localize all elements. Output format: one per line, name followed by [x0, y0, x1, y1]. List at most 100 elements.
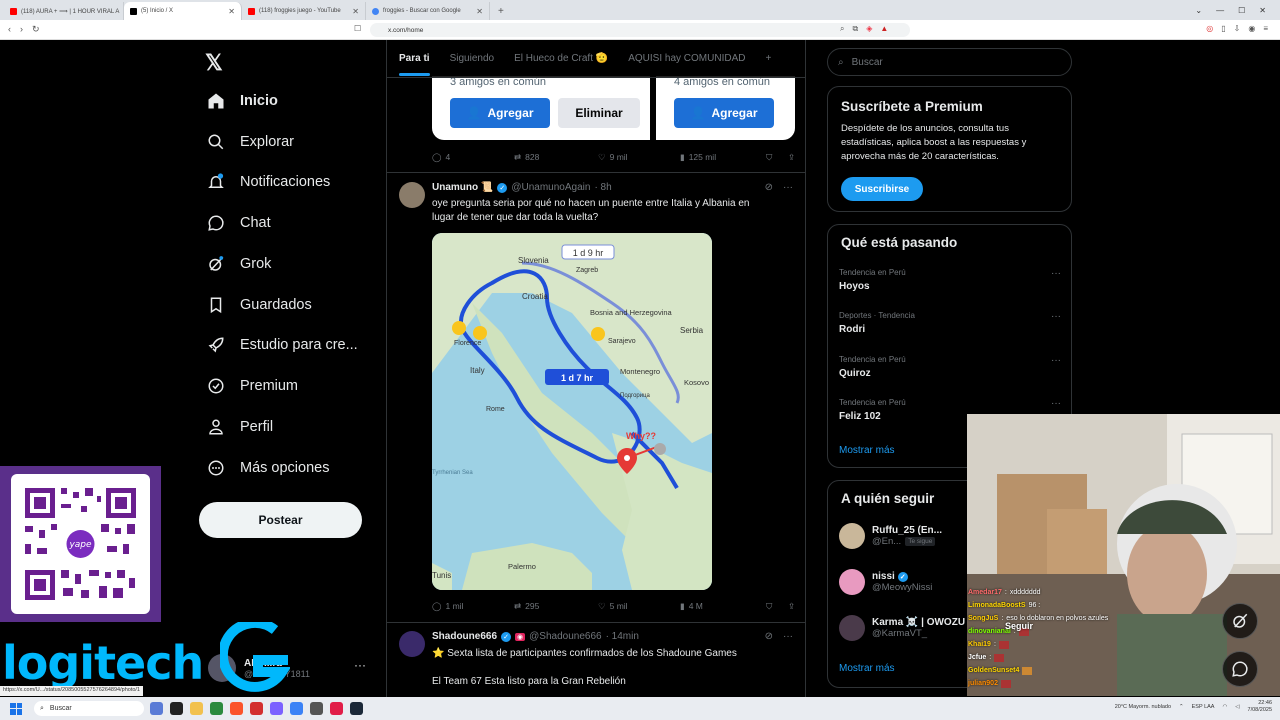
bookmark-button[interactable]: ⛉	[766, 601, 788, 612]
app-icon[interactable]	[270, 702, 283, 715]
clock[interactable]: 22:46 7/08/2025	[1248, 700, 1272, 714]
maximize-icon[interactable]: ☐	[1238, 6, 1245, 15]
avatar[interactable]	[399, 631, 425, 657]
profile-icon[interactable]: ◉	[1248, 24, 1255, 33]
nav-item-profile[interactable]: Perfil	[206, 414, 273, 440]
menu-icon[interactable]: ≡	[1263, 24, 1268, 33]
app-icon[interactable]	[250, 702, 263, 715]
language-indicator[interactable]: ESP LAA	[1192, 704, 1215, 710]
nav-item-premium[interactable]: Premium	[206, 373, 298, 399]
tab-for-you[interactable]: Para ti	[399, 53, 430, 76]
back-icon[interactable]: ‹	[8, 24, 11, 35]
search-input[interactable]: ⌕ Buscar	[827, 48, 1072, 76]
like-button[interactable]: ♡ 5 mil	[598, 601, 680, 612]
nav-item-chat[interactable]: Chat	[206, 210, 271, 236]
tab-community[interactable]: AQUISI hay COMUNIDAD	[628, 53, 745, 64]
browser-tab[interactable]: (118) froggies juego - YouTube ✕	[242, 2, 366, 20]
nav-item-notifications[interactable]: Notificaciones	[206, 169, 330, 195]
more-icon[interactable]: ···	[1051, 398, 1061, 409]
share-button[interactable]: ⇪	[788, 601, 795, 612]
nav-item-home[interactable]: Inicio	[206, 88, 278, 114]
chevron-down-icon[interactable]: ⌄	[1195, 6, 1202, 15]
share-button[interactable]: ⇪	[788, 152, 795, 163]
more-icon[interactable]: ···	[783, 631, 793, 642]
nav-item-grok[interactable]: Grok	[206, 251, 271, 277]
author-handle[interactable]: @UnamunoAgain	[511, 182, 590, 193]
reply-button[interactable]: ◯ 1 mil	[432, 601, 514, 612]
nav-item-explore[interactable]: Explorar	[206, 129, 294, 155]
browser-tab[interactable]: (118) AURA + ⟹ | 1 HOUR VIRAL A✕	[4, 2, 124, 20]
grok-floating-button[interactable]	[1222, 603, 1258, 639]
windows-start-icon[interactable]	[10, 702, 22, 715]
app-icon[interactable]	[170, 702, 183, 715]
close-icon[interactable]: ✕	[1259, 6, 1266, 15]
grok-icon[interactable]: ⊘	[765, 631, 773, 642]
zoom-icon[interactable]: ⌕	[840, 24, 844, 34]
tab-add-button[interactable]: +	[765, 53, 771, 64]
tab-following[interactable]: Siguiendo	[450, 53, 494, 64]
author-name[interactable]: Shadoune666	[432, 631, 497, 642]
app-icon[interactable]	[210, 702, 223, 715]
minimize-icon[interactable]: —	[1216, 6, 1224, 15]
repost-button[interactable]: ⇄ 828	[514, 152, 598, 163]
close-icon[interactable]: ✕	[228, 7, 235, 16]
views-button[interactable]: ▮ 4 M	[680, 601, 766, 612]
post-time[interactable]: · 14min	[606, 631, 639, 642]
x-logo[interactable]: 𝕏	[205, 50, 223, 76]
repost-button[interactable]: ⇄ 295	[514, 601, 598, 612]
more-icon[interactable]: ···	[354, 658, 366, 672]
grok-icon[interactable]: ⊘	[765, 182, 773, 193]
app-icon[interactable]	[290, 702, 303, 715]
weather-status[interactable]: 20°C Mayorm. nublado	[1115, 704, 1171, 710]
new-tab-button[interactable]: +	[490, 2, 512, 20]
app-icon[interactable]	[330, 702, 343, 715]
add-friend-button[interactable]: 👤 Agregar	[450, 98, 550, 128]
messages-floating-button[interactable]	[1222, 651, 1258, 687]
show-more-link[interactable]: Mostrar más	[839, 663, 895, 674]
post-button[interactable]: Postear	[199, 502, 362, 538]
follow-suggestion[interactable]: Karma ☠️ | OWOZU @KarmaVT_	[839, 615, 965, 641]
close-icon[interactable]: ✕	[476, 7, 483, 16]
follow-suggestion[interactable]: nissi ✓ @MeowyNissi	[839, 569, 932, 595]
bookmark-page-icon[interactable]: ☐	[354, 24, 361, 33]
reply-button[interactable]: ◯ 4	[432, 152, 514, 163]
extension-icon[interactable]: ◎	[1206, 24, 1213, 33]
nav-item-creator-studio[interactable]: Estudio para cre...	[206, 332, 358, 358]
post-time[interactable]: · 8h	[594, 182, 611, 193]
reload-icon[interactable]: ↻	[32, 24, 40, 35]
brave-icon[interactable]	[230, 702, 243, 715]
downloads-icon[interactable]: ⇩	[1234, 24, 1241, 33]
more-icon[interactable]: ···	[783, 182, 793, 193]
show-more-link[interactable]: Mostrar más	[839, 445, 895, 456]
nav-item-bookmarks[interactable]: Guardados	[206, 292, 312, 318]
app-icon[interactable]	[150, 702, 163, 715]
author-name[interactable]: Unamuno 📜	[432, 182, 493, 193]
shield-icon[interactable]: ◈	[866, 24, 872, 34]
more-icon[interactable]: ···	[1051, 268, 1061, 279]
trend-item[interactable]: Deportes · Tendencia Rodri ···	[839, 311, 1061, 335]
add-friend-button[interactable]: 👤 Agregar	[674, 98, 774, 128]
copy-icon[interactable]: ⧉	[852, 24, 858, 34]
like-button[interactable]: ♡ 9 mil	[598, 152, 680, 163]
more-icon[interactable]: ···	[1051, 355, 1061, 366]
author-handle[interactable]: @Shadoune666	[529, 631, 601, 642]
chevron-up-icon[interactable]: ⌃	[1179, 704, 1184, 710]
avatar[interactable]	[399, 182, 425, 208]
follow-button-overlay[interactable]: Seguir	[1005, 621, 1033, 631]
url-field[interactable]: x.com/home	[370, 23, 910, 37]
forward-icon[interactable]: ›	[20, 24, 23, 35]
wifi-icon[interactable]: ◠	[1222, 704, 1227, 710]
warning-icon[interactable]: ▲	[880, 24, 888, 34]
steam-icon[interactable]	[350, 702, 363, 715]
trend-item[interactable]: Tendencia en Perú Hoyos ···	[839, 268, 1061, 292]
more-icon[interactable]: ···	[1051, 311, 1061, 322]
trend-item[interactable]: Tendencia en Perú Quiroz ···	[839, 355, 1061, 379]
tab-community[interactable]: El Hueco de Craft 🫡	[514, 53, 608, 64]
folder-icon[interactable]	[190, 702, 203, 715]
browser-tab[interactable]: froggies - Buscar con Google ✕	[366, 2, 490, 20]
bookmark-button[interactable]: ⛉	[766, 152, 788, 163]
subscribe-button[interactable]: Suscribirse	[841, 177, 923, 201]
nav-item-more[interactable]: Más opciones	[206, 455, 329, 481]
volume-icon[interactable]: ◁	[1235, 704, 1239, 710]
sidebar-icon[interactable]: ▯	[1221, 24, 1225, 33]
